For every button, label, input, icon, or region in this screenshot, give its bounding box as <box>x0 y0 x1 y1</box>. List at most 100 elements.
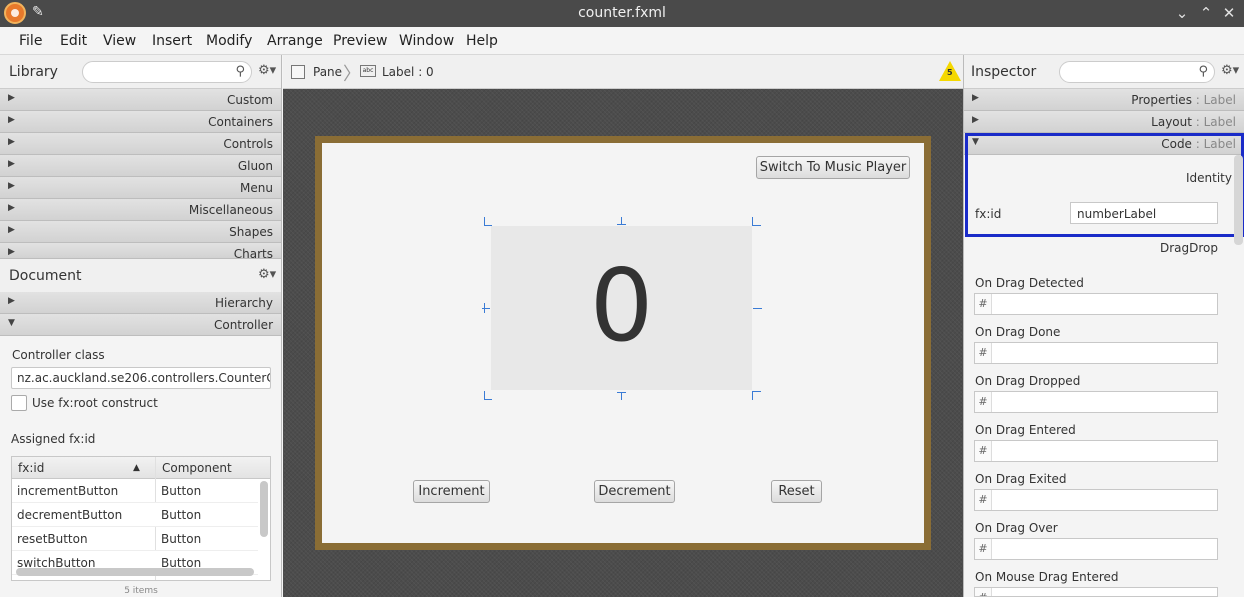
hash-icon: # <box>975 490 992 510</box>
library-section-controls[interactable]: ▶ Controls <box>0 133 281 155</box>
menu-bar: File Edit View Insert Modify Arrange Pre… <box>0 27 1244 55</box>
inspector-search-input[interactable]: ⚲ <box>1059 61 1215 83</box>
on-drag-over-input[interactable]: # <box>974 538 1218 560</box>
hash-icon: # <box>975 441 992 461</box>
resize-handle[interactable] <box>752 391 761 392</box>
expand-arrow-icon: ▶ <box>8 296 15 306</box>
resize-handle[interactable] <box>752 217 753 225</box>
inspector-title: Inspector <box>971 64 1037 80</box>
table-vertical-scrollbar[interactable] <box>260 481 268 537</box>
resize-handle[interactable] <box>752 225 761 226</box>
table-row[interactable]: resetButton Button <box>12 527 258 551</box>
table-row[interactable]: incrementButton Button <box>12 479 258 503</box>
scene-pane[interactable]: Switch To Music Player 0 Increment Decre… <box>322 143 924 543</box>
maximize-button[interactable]: ⌃ <box>1196 3 1216 23</box>
close-button[interactable]: ✕ <box>1219 3 1239 23</box>
window-title: counter.fxml <box>578 5 666 21</box>
hash-icon: # <box>975 343 992 363</box>
menu-arrange[interactable]: Arrange <box>267 33 323 49</box>
number-value: 0 <box>589 247 654 364</box>
resize-handle[interactable] <box>753 308 762 309</box>
on-drag-entered-input[interactable]: # <box>974 440 1218 462</box>
resize-handle[interactable] <box>484 225 492 226</box>
hash-icon: # <box>975 588 992 596</box>
search-icon: ⚲ <box>235 64 245 79</box>
menu-window[interactable]: Window <box>399 33 454 49</box>
library-section-gluon[interactable]: ▶ Gluon <box>0 155 281 177</box>
library-search-input[interactable]: ⚲ <box>82 61 252 83</box>
document-section-controller[interactable]: ▼ Controller <box>0 314 281 336</box>
resize-handle[interactable] <box>617 224 626 225</box>
switch-to-music-player-button[interactable]: Switch To Music Player <box>756 156 910 179</box>
warning-count: 5 <box>947 68 953 77</box>
decrement-button[interactable]: Decrement <box>594 480 675 503</box>
gear-icon[interactable]: ⚙▾ <box>1221 63 1239 78</box>
on-drag-done-input[interactable]: # <box>974 342 1218 364</box>
increment-button[interactable]: Increment <box>413 480 490 503</box>
table-header: fx:id ▲ Component <box>12 457 270 479</box>
assigned-fxid-table: fx:id ▲ Component incrementButton Button … <box>11 456 271 581</box>
assigned-fxid-label: Assigned fx:id <box>11 432 96 446</box>
resize-handle[interactable] <box>621 392 622 400</box>
minimize-button[interactable]: ⌄ <box>1172 3 1192 23</box>
table-horizontal-scrollbar[interactable] <box>16 568 254 576</box>
hash-icon: # <box>975 539 992 559</box>
resize-handle[interactable] <box>752 391 753 400</box>
expand-arrow-icon: ▶ <box>8 181 15 191</box>
inspector-section-properties[interactable]: ▶ Properties : Label <box>964 89 1244 111</box>
use-root-checkbox[interactable] <box>11 395 27 411</box>
expand-arrow-icon: ▶ <box>8 93 15 103</box>
number-label[interactable]: 0 <box>491 226 752 390</box>
scene-frame: Switch To Music Player 0 Increment Decre… <box>315 136 931 550</box>
menu-help[interactable]: Help <box>466 33 498 49</box>
controller-class-input[interactable]: nz.ac.auckland.se206.controllers.Counter… <box>11 367 271 389</box>
document-section-hierarchy[interactable]: ▶ Hierarchy <box>0 292 281 314</box>
selection-highlight <box>965 133 1244 237</box>
menu-file[interactable]: File <box>19 33 42 49</box>
design-canvas[interactable]: Switch To Music Player 0 Increment Decre… <box>283 89 963 597</box>
menu-insert[interactable]: Insert <box>152 33 192 49</box>
library-section-menu[interactable]: ▶ Menu <box>0 177 281 199</box>
inspector-scrollbar[interactable] <box>1234 155 1243 245</box>
library-section-custom[interactable]: ▶ Custom <box>0 89 281 111</box>
menu-modify[interactable]: Modify <box>206 33 252 49</box>
expand-arrow-icon: ▶ <box>8 225 15 235</box>
label-icon: abc <box>360 65 376 77</box>
controller-class-label: Controller class <box>12 348 105 362</box>
on-mouse-drag-entered-input[interactable]: # <box>974 587 1218 597</box>
on-drag-detected-input[interactable]: # <box>974 293 1218 315</box>
event-label: On Mouse Drag Entered <box>975 570 1119 584</box>
library-title: Library <box>9 64 58 80</box>
menu-edit[interactable]: Edit <box>60 33 87 49</box>
breadcrumb-pane[interactable]: Pane <box>313 65 342 79</box>
reset-button[interactable]: Reset <box>771 480 822 503</box>
column-header-component[interactable]: Component <box>162 461 232 475</box>
resize-handle[interactable] <box>484 303 485 313</box>
gear-icon[interactable]: ⚙▾ <box>258 63 276 78</box>
on-drag-exited-input[interactable]: # <box>974 489 1218 511</box>
collapse-arrow-icon: ▼ <box>8 318 15 328</box>
on-drag-dropped-input[interactable]: # <box>974 391 1218 413</box>
breadcrumb-label[interactable]: Label : 0 <box>382 65 434 79</box>
resize-handle[interactable] <box>484 217 492 225</box>
library-section-containers[interactable]: ▶ Containers <box>0 111 281 133</box>
gear-icon[interactable]: ⚙▾ <box>258 267 276 282</box>
expand-arrow-icon: ▶ <box>8 247 15 257</box>
expand-arrow-icon: ▶ <box>972 115 979 125</box>
use-root-label: Use fx:root construct <box>32 396 158 410</box>
library-section-charts[interactable]: ▶ Charts <box>0 243 281 259</box>
menu-preview[interactable]: Preview <box>333 33 388 49</box>
inspector-section-layout[interactable]: ▶ Layout : Label <box>964 111 1244 133</box>
expand-arrow-icon: ▶ <box>8 159 15 169</box>
expand-arrow-icon: ▶ <box>8 203 15 213</box>
title-bar: ✎ counter.fxml ⌄ ⌃ ✕ <box>0 0 1244 27</box>
document-header: Document ⚙▾ <box>0 259 281 293</box>
resize-handle[interactable] <box>484 399 492 400</box>
library-section-miscellaneous[interactable]: ▶ Miscellaneous <box>0 199 281 221</box>
library-section-shapes[interactable]: ▶ Shapes <box>0 221 281 243</box>
sort-ascending-icon: ▲ <box>133 463 140 473</box>
table-row[interactable]: decrementButton Button <box>12 503 258 527</box>
column-header-fxid[interactable]: fx:id <box>18 461 44 475</box>
document-title: Document <box>9 268 82 284</box>
menu-view[interactable]: View <box>103 33 136 49</box>
